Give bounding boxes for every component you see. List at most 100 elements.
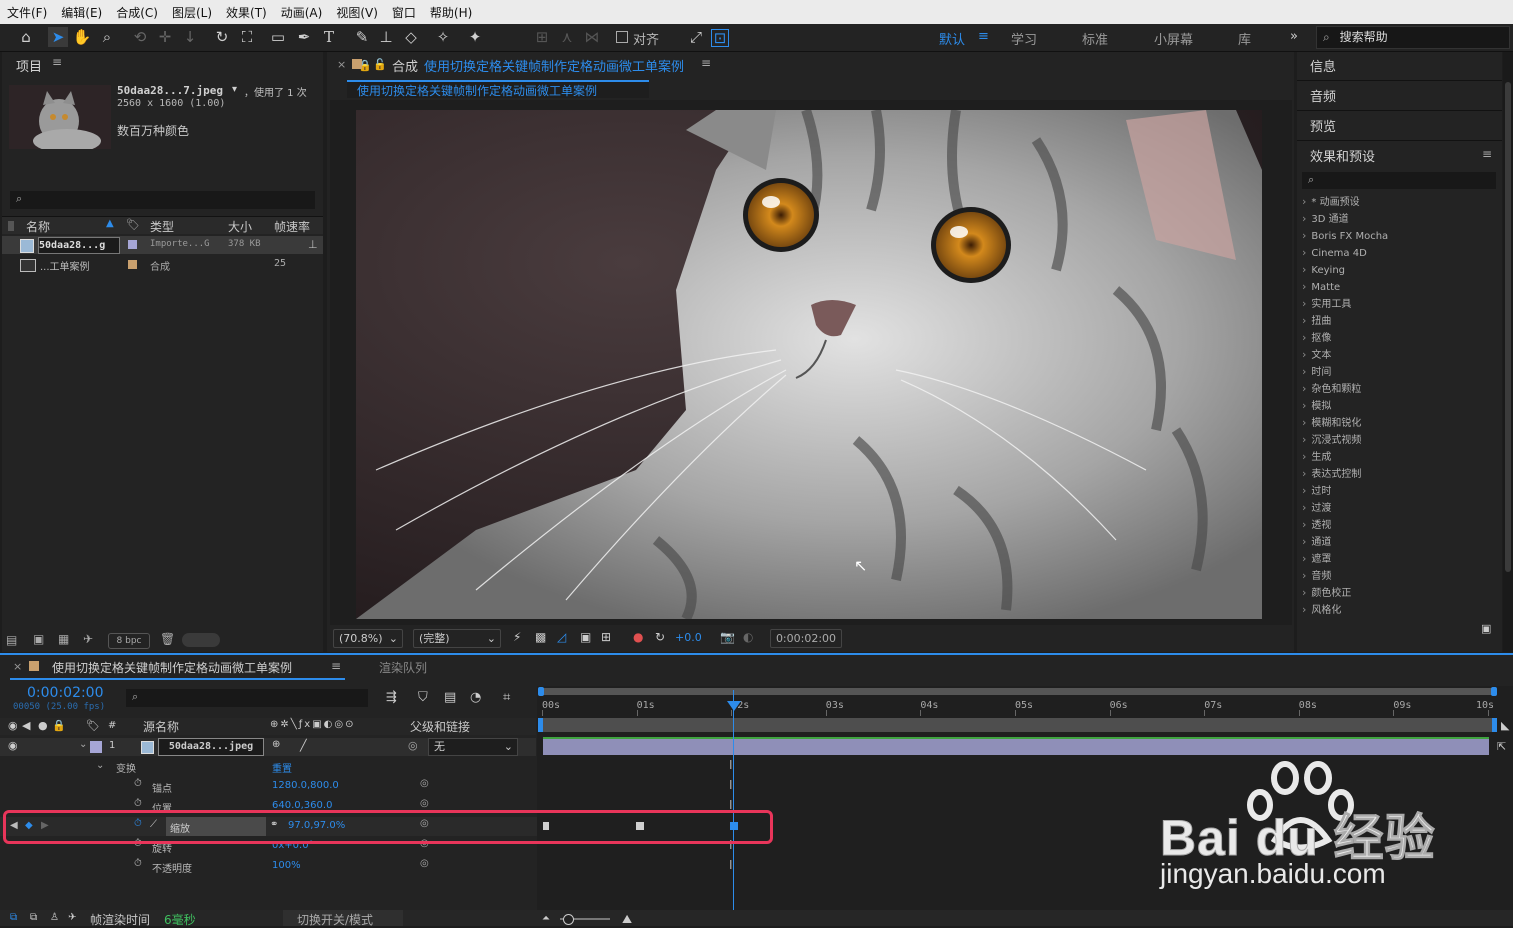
effect-category[interactable]: 沉浸式视频 — [1302, 431, 1361, 448]
menu-window[interactable]: 窗口 — [385, 4, 423, 21]
zoom-in-icon[interactable]: ⛰ — [622, 912, 632, 927]
delete-icon[interactable]: 🗑 — [160, 632, 175, 646]
project-search-input[interactable]: ⌕ — [10, 191, 315, 209]
timeline-search-input[interactable]: ⌕ — [126, 689, 368, 707]
orbit-tool-icon[interactable]: ⟲ — [130, 27, 150, 47]
comp-lock-icon[interactable]: 🔓 — [373, 58, 387, 71]
pan-tool-icon[interactable]: ✛ — [155, 27, 175, 47]
project-row-name[interactable]: 50daa28...g — [38, 237, 120, 254]
expression-pickwhip-icon[interactable]: ◎ — [420, 798, 429, 809]
dependencies-icon[interactable]: ✈ — [83, 632, 93, 646]
grid-guides-icon[interactable]: ⊞ — [601, 630, 611, 644]
effect-category[interactable]: 时间 — [1302, 363, 1331, 380]
comp-name[interactable]: 使用切换定格关键帧制作定格动画微工单案例 — [424, 56, 684, 75]
in-out-pane-icon[interactable]: ♙ — [50, 912, 59, 923]
audio-panel-tab[interactable]: 音频 — [1310, 86, 1336, 105]
channel-icon[interactable]: ● — [633, 630, 643, 644]
timeline-timecode[interactable]: 0:00:02:00 — [27, 685, 104, 701]
effect-category[interactable]: 过渡 — [1302, 499, 1331, 516]
parent-pickwhip-icon[interactable]: ◎ — [408, 739, 418, 752]
workspace-learn[interactable]: 学习 — [1011, 29, 1037, 48]
workspace-small-screen[interactable]: 小屏幕 — [1154, 29, 1193, 48]
motion-blur-icon[interactable]: ◔ — [470, 690, 481, 705]
property-value[interactable]: 100% — [272, 860, 301, 871]
effects-scrollbar[interactable] — [1503, 52, 1513, 652]
flowchart-icon[interactable]: ⊥ — [308, 238, 318, 251]
effect-category[interactable]: * 动画预设 — [1302, 193, 1359, 210]
zoom-out-icon[interactable]: ⏶ — [542, 913, 550, 924]
effect-category[interactable]: 3D 通道 — [1302, 210, 1348, 227]
effect-category[interactable]: Boris FX Mocha — [1302, 227, 1388, 244]
text-tool-icon[interactable]: T — [319, 27, 339, 47]
snapping-icon[interactable]: ⊡ — [711, 29, 729, 47]
menu-layer[interactable]: 图层(L) — [165, 4, 219, 21]
selection-tool-icon[interactable]: ➤ — [48, 27, 68, 47]
effect-category[interactable]: 通道 — [1302, 533, 1331, 550]
comp-timecode[interactable]: 0:00:02:00 — [770, 629, 842, 648]
hand-tool-icon[interactable]: ✋ — [72, 27, 92, 47]
clone-stamp-tool-icon[interactable]: ⊥ — [376, 27, 396, 47]
reset-link[interactable]: 重置 — [272, 760, 292, 775]
property-value[interactable]: 1280.0,800.0 — [272, 780, 339, 791]
workspace-default[interactable]: 默认 — [939, 29, 965, 48]
menu-view[interactable]: 视图(V) — [329, 4, 385, 21]
effect-category[interactable]: 音频 — [1302, 567, 1331, 584]
layer-duration-bar[interactable] — [543, 737, 1489, 755]
new-folder-icon[interactable]: ▣ — [33, 632, 44, 646]
show-snapshot-icon[interactable]: ◐ — [743, 630, 753, 644]
puppet-pin-tool-icon[interactable]: ✦ — [465, 27, 485, 47]
timeline-tab[interactable]: 使用切换定格关键帧制作定格动画微工单案例 — [52, 659, 292, 676]
stopwatch-icon[interactable]: ⏱ — [134, 858, 142, 869]
frame-blending-icon[interactable]: ▤ — [444, 690, 456, 705]
zoom-tool-icon[interactable]: ⌕ — [97, 27, 117, 47]
effect-category[interactable]: 风格化 — [1302, 601, 1341, 618]
dolly-tool-icon[interactable]: ↓ — [180, 27, 200, 47]
effect-category[interactable]: 模糊和锐化 — [1302, 414, 1361, 431]
snap-icon-2[interactable]: ⋏ — [557, 27, 577, 47]
time-navigator[interactable] — [538, 687, 1497, 696]
expand-icon[interactable]: ⤢ — [686, 27, 706, 47]
preview-panel-tab[interactable]: 预览 — [1310, 116, 1336, 135]
thumbnail-slider[interactable] — [182, 633, 220, 647]
sort-ascending-icon[interactable]: ▲ — [106, 218, 114, 229]
effect-category[interactable]: 表达式控制 — [1302, 465, 1361, 482]
effect-category[interactable]: 扭曲 — [1302, 312, 1331, 329]
effect-category[interactable]: 透视 — [1302, 516, 1331, 533]
new-folder-icon[interactable]: ▣ — [1481, 622, 1491, 635]
mask-visibility-icon[interactable]: ◿ — [557, 630, 566, 644]
menu-file[interactable]: 文件(F) — [0, 4, 54, 21]
exposure-value[interactable]: +0.0 — [675, 631, 702, 644]
effect-category[interactable]: Keying — [1302, 261, 1345, 278]
snap-icon-3[interactable]: ⋈ — [582, 27, 602, 47]
zoom-end-marker-icon[interactable]: ◣ — [1501, 719, 1509, 732]
render-queue-tab[interactable]: 渲染队列 — [379, 659, 427, 676]
col-size[interactable]: 大小 — [228, 218, 252, 235]
snapshot-icon[interactable]: 📷 — [720, 630, 735, 644]
fast-previews-icon[interactable]: ⚡ — [513, 630, 521, 644]
layer-row[interactable]: ◉ ⌄ 1 50daa28...jpeg ⊕ ╱ ◎ 无 ⌄ — [0, 738, 536, 756]
menu-composition[interactable]: 合成(C) — [109, 4, 165, 21]
effect-category[interactable]: 生成 — [1302, 448, 1331, 465]
project-menu-icon[interactable]: ≡ — [52, 55, 62, 69]
toggle-panel-icon[interactable]: ⧉ — [10, 912, 17, 923]
layer-name[interactable]: 50daa28...jpeg — [158, 738, 264, 756]
chevron-down-icon[interactable]: ⌄ — [79, 739, 87, 750]
effects-menu-icon[interactable]: ≡ — [1482, 147, 1492, 161]
timeline-menu-icon[interactable]: ≡ — [331, 659, 341, 673]
expression-pickwhip-icon[interactable]: ◎ — [420, 858, 429, 869]
transparency-grid-icon[interactable]: ▩ — [535, 630, 546, 644]
comp-tab[interactable]: 使用切换定格关键帧制作定格动画微工单案例 — [347, 80, 649, 98]
workspace-library[interactable]: 库 — [1238, 29, 1251, 48]
snap-icon-1[interactable]: ⊞ — [532, 27, 552, 47]
stopwatch-icon[interactable]: ⏱ — [134, 798, 142, 809]
zoom-slider-handle[interactable] — [563, 914, 574, 925]
layer-label-swatch[interactable] — [90, 741, 102, 753]
menu-help[interactable]: 帮助(H) — [423, 4, 479, 21]
align-checkbox[interactable] — [616, 31, 628, 43]
comp-mini-flowchart-icon[interactable]: ⇶ — [386, 690, 397, 705]
quality-switch-icon[interactable]: ╱ — [300, 739, 307, 752]
rectangle-tool-icon[interactable]: ▭ — [268, 27, 288, 47]
current-time-indicator[interactable] — [733, 690, 734, 926]
new-composition-icon[interactable]: ▦ — [58, 632, 69, 646]
source-name-col[interactable]: 源名称 — [143, 718, 179, 735]
